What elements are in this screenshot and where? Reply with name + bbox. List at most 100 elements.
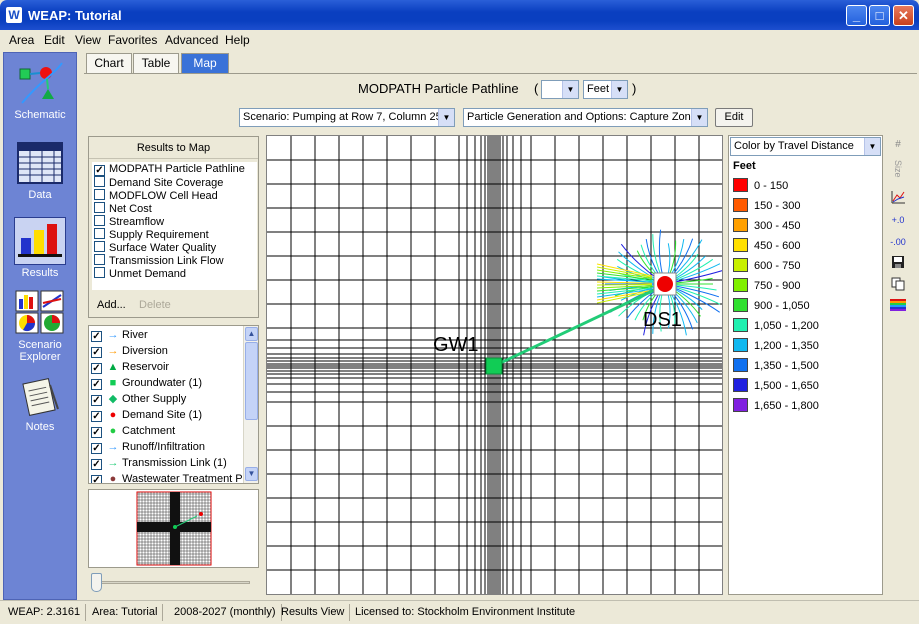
edit-button[interactable]: Edit: [715, 108, 753, 127]
layer-reservoir[interactable]: ✓ ▲ Reservoir: [91, 359, 169, 375]
unit-select[interactable]: Feet ▼: [583, 80, 628, 99]
weap-app-icon[interactable]: W: [6, 7, 22, 23]
particle-options-value: Particle Generation and Options: Capture…: [467, 111, 697, 123]
result-item[interactable]: Net Cost: [94, 202, 152, 215]
map-canvas[interactable]: GW1 DS1: [266, 135, 723, 595]
status-area: Area: Tutorial: [87, 604, 164, 621]
checkbox[interactable]: [94, 228, 105, 239]
paren-close: ): [632, 81, 637, 96]
menu-edit[interactable]: Edit: [44, 33, 65, 47]
checkbox-checked[interactable]: ✓: [91, 427, 102, 438]
checkbox-checked[interactable]: ✓: [91, 459, 102, 470]
overview-minimap[interactable]: [88, 489, 259, 568]
tab-table[interactable]: Table: [133, 53, 179, 73]
checkbox-checked[interactable]: ✓: [91, 347, 102, 358]
results-to-map-title: Results to Map: [89, 137, 258, 159]
scroll-up-icon[interactable]: ▲: [245, 327, 258, 341]
result-item[interactable]: Demand Site Coverage: [94, 176, 223, 189]
layer-river[interactable]: ✓ → River: [91, 327, 148, 343]
number-format-button[interactable]: #: [888, 135, 908, 154]
checkbox[interactable]: [94, 189, 105, 200]
checkbox-checked[interactable]: ✓: [91, 395, 102, 406]
color-mode-value: Color by Travel Distance: [734, 140, 854, 152]
result-item[interactable]: Unmet Demand: [94, 267, 186, 280]
checkbox[interactable]: [94, 241, 105, 252]
zoom-slider-thumb[interactable]: [91, 573, 102, 592]
checkbox-checked[interactable]: ✓: [91, 363, 102, 374]
notes-icon: [14, 377, 66, 417]
decrease-decimals-icon[interactable]: -.00: [888, 233, 908, 252]
layer-wastewater-treatment[interactable]: ✓ ● Wastewater Treatment Pl: [91, 471, 245, 484]
scroll-down-icon[interactable]: ▼: [245, 467, 258, 481]
legend-swatch: [733, 398, 748, 412]
save-icon[interactable]: [888, 255, 908, 274]
delete-result-button[interactable]: Delete: [139, 299, 171, 311]
checkbox-checked[interactable]: ✓: [91, 475, 102, 483]
layer-demand-site[interactable]: ✓ ● Demand Site (1): [91, 407, 202, 423]
other-supply-diamond-icon: ◆: [108, 393, 118, 405]
result-title: MODPATH Particle Pathline: [358, 81, 519, 96]
reservoir-triangle-icon: ▲: [107, 361, 119, 373]
map-layers-panel: ✓ → River ✓ → Diversion ✓ ▲ Reservoir ✓ ■ Ground…: [88, 325, 259, 484]
scroll-thumb[interactable]: [245, 342, 258, 420]
maximize-button[interactable]: □: [869, 5, 890, 26]
checkbox[interactable]: [94, 254, 105, 265]
color-mode-select[interactable]: Color by Travel Distance ▼: [730, 137, 881, 156]
menu-help[interactable]: Help: [225, 33, 250, 47]
layer-groundwater[interactable]: ✓ ■ Groundwater (1): [91, 375, 202, 391]
nav-results[interactable]: Results: [4, 217, 76, 279]
checkbox-checked[interactable]: ✓: [91, 411, 102, 422]
menu-area[interactable]: Area: [9, 33, 34, 47]
increase-decimals-icon[interactable]: +.0: [888, 211, 908, 230]
chevron-down-icon: ▼: [611, 81, 627, 98]
minimize-button[interactable]: _: [846, 5, 867, 26]
scenario-explorer-icon: [14, 289, 66, 337]
nav-scenario-explorer[interactable]: Scenario Explorer: [4, 289, 76, 363]
result-item[interactable]: Streamflow: [94, 215, 164, 228]
layers-scrollbar[interactable]: ▲ ▼: [243, 326, 258, 483]
checkbox[interactable]: [94, 267, 105, 278]
view-bar: Schematic Data Results Scenario Explorer…: [3, 52, 77, 600]
status-bar: WEAP: 2.3161 Area: Tutorial 2008-2027 (m…: [0, 600, 919, 624]
layer-runoff-infiltration[interactable]: ✓ → Runoff/Infiltration: [91, 439, 205, 455]
layer-catchment[interactable]: ✓ ● Catchment: [91, 423, 175, 439]
close-button[interactable]: ✕: [893, 5, 914, 26]
checkbox[interactable]: [94, 176, 105, 187]
zoom-slider-track[interactable]: [92, 581, 250, 584]
color-bands-icon[interactable]: [888, 299, 908, 318]
tab-chart[interactable]: Chart: [86, 53, 132, 73]
layer-other-supply[interactable]: ✓ ◆ Other Supply: [91, 391, 186, 407]
result-item[interactable]: Surface Water Quality: [94, 241, 216, 254]
tab-map[interactable]: Map: [181, 53, 229, 73]
chart-icon[interactable]: [888, 189, 908, 208]
nav-notes[interactable]: Notes: [4, 377, 76, 433]
menu-favorites[interactable]: Favorites: [108, 33, 157, 47]
title-bar: W WEAP: Tutorial _ □ ✕: [0, 0, 919, 30]
scenario-select[interactable]: Scenario: Pumping at Row 7, Column 25 ▼: [239, 108, 455, 127]
result-item-modpath[interactable]: ✓ MODPATH Particle Pathline: [94, 163, 245, 176]
demand-site-circle-icon: ●: [109, 409, 117, 421]
menu-view[interactable]: View: [75, 33, 101, 47]
checkbox-checked[interactable]: ✓: [91, 443, 102, 454]
nav-label-scenario-explorer: Scenario Explorer: [18, 339, 62, 363]
result-item[interactable]: MODFLOW Cell Head: [94, 189, 218, 202]
particle-options-select[interactable]: Particle Generation and Options: Capture…: [463, 108, 708, 127]
result-item[interactable]: Transmission Link Flow: [94, 254, 224, 267]
branch-select[interactable]: ▼: [541, 80, 579, 99]
layer-diversion[interactable]: ✓ → Diversion: [91, 343, 168, 359]
layer-transmission-link[interactable]: ✓ → Transmission Link (1): [91, 455, 227, 471]
checkbox-checked[interactable]: ✓: [91, 379, 102, 390]
nav-data[interactable]: Data: [4, 139, 76, 201]
menu-advanced[interactable]: Advanced: [165, 33, 218, 47]
checkbox-checked[interactable]: ✓: [91, 331, 102, 342]
checkbox-checked[interactable]: ✓: [94, 165, 105, 176]
checkbox[interactable]: [94, 215, 105, 226]
nav-schematic[interactable]: Schematic: [4, 59, 76, 121]
result-item[interactable]: Supply Requirement: [94, 228, 209, 241]
groundwater-square-icon: ■: [109, 377, 117, 389]
wastewater-circle-icon: ●: [109, 473, 117, 484]
copy-icon[interactable]: [888, 277, 908, 296]
add-result-button[interactable]: Add...: [97, 299, 126, 311]
size-button[interactable]: Size: [888, 159, 908, 178]
checkbox[interactable]: [94, 202, 105, 213]
